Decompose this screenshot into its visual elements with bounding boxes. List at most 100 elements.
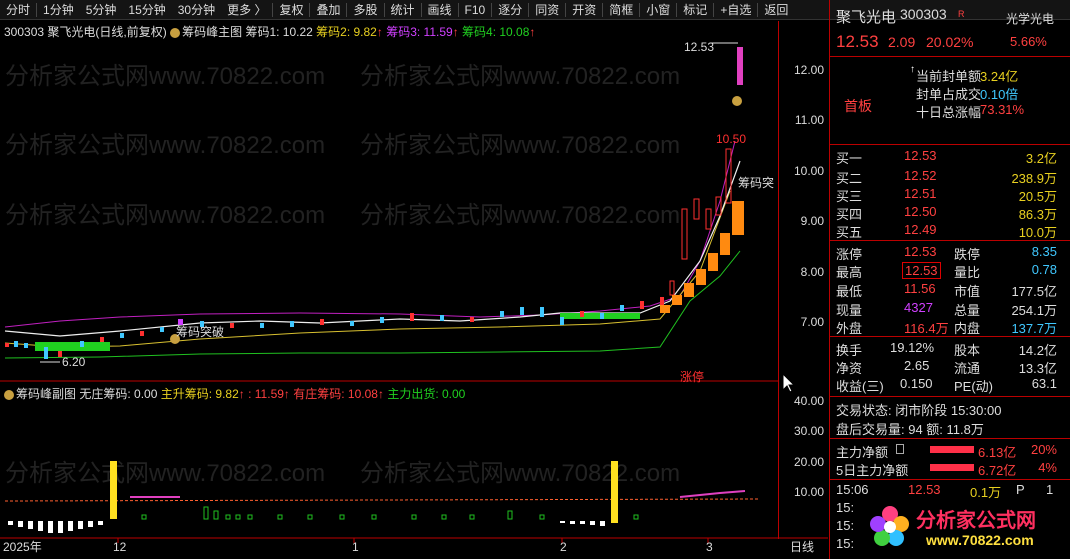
xaxis-label: 1 — [352, 540, 359, 554]
yaxis-label: 10.00 — [793, 164, 824, 178]
yaxis-label: 8.00 — [800, 265, 824, 279]
chip1-value: 筹码1: 10.22 — [245, 25, 313, 39]
upper-band — [4, 140, 736, 328]
btn-f10[interactable]: F10 — [459, 0, 492, 20]
btn-biaoji[interactable]: 标记 — [677, 0, 713, 20]
indicator-icon — [4, 389, 14, 400]
watermark-text: 分析家公式网www.70822.com — [5, 202, 325, 229]
tab-more[interactable]: 更多 〉 — [221, 0, 272, 20]
candle-limit-up — [737, 47, 743, 85]
btn-tongzi[interactable]: 同资 — [529, 0, 565, 20]
watermark-text: 分析家公式网www.70822.com — [360, 63, 680, 90]
price-label-1050: 10.50 — [716, 132, 746, 146]
xaxis-label: 2025年 — [3, 540, 42, 554]
panel-stock-name: 聚飞光电 — [836, 9, 897, 26]
price-change-pct: 20.02% — [926, 34, 974, 50]
btn-huaxian[interactable]: 画线 — [422, 0, 458, 20]
main-chart-header: 300303 聚飞光电(日线,前复权) 筹码峰主图 筹码1: 10.22 筹码2… — [4, 25, 536, 39]
watermark-text: 分析家公式网www.70822.com — [5, 132, 325, 159]
yaxis-label: 10.00 — [793, 485, 824, 499]
watermark-text: 分析家公式网www.70822.com — [360, 202, 680, 229]
period-label: 日线 — [790, 540, 814, 554]
indicator-icon — [170, 27, 181, 38]
price-change: 2.09 — [888, 34, 916, 50]
yaxis-label: 12.00 — [793, 63, 824, 77]
support-line — [4, 250, 741, 359]
net-flow-bar — [930, 464, 974, 471]
quote-title-row: 聚飞光电 300303 R 光学光电 — [830, 6, 1070, 28]
btn-xiaochuang[interactable]: 小窗 — [640, 0, 676, 20]
xaxis-label: 12 — [113, 540, 127, 554]
arrow-icon: ↑ — [910, 64, 915, 75]
tab-fenshi[interactable]: 分时 — [0, 0, 36, 20]
btn-kaizi[interactable]: 开资 — [566, 0, 602, 20]
yaxis-label: 20.00 — [793, 455, 824, 469]
xaxis-label: 3 — [706, 540, 713, 554]
board-label: 首板 — [844, 98, 872, 114]
logo-text: 分析家公式网 — [916, 510, 1036, 532]
tab-5min[interactable]: 5分钟 — [80, 0, 123, 20]
tick-time: 15: — [836, 536, 855, 551]
tab-15min[interactable]: 15分钟 — [122, 0, 171, 20]
tab-1min[interactable]: 1分钟 — [37, 0, 80, 20]
tick-time: 15: — [836, 518, 855, 533]
sub-white-bars — [8, 521, 605, 533]
chip-marker-icon — [732, 96, 742, 106]
stock-name: 聚飞光电 — [47, 25, 96, 39]
chip4-value: 筹码4: 10.08 — [462, 25, 530, 39]
kline-chart[interactable]: 分析家公式网www.70822.com 分析家公式网www.70822.com … — [0, 21, 828, 559]
yaxis-label: 7.00 — [800, 315, 824, 329]
logo-url: www.70822.com — [926, 532, 1034, 548]
btn-add-favorite[interactable]: +自选 — [714, 0, 757, 20]
btn-fuquan[interactable]: 复权 — [273, 0, 309, 20]
sector-pct: 5.66% — [1010, 34, 1047, 49]
main-out-value: 主力出货: 0.00 — [387, 387, 466, 401]
panel-stock-code: 300303 — [900, 6, 947, 22]
main-up-value: 主升筹码: 9.82 — [160, 387, 239, 401]
yaxis-label: 11.00 — [794, 113, 824, 127]
limit-up-label: 涨停 — [680, 369, 704, 384]
btn-duogu[interactable]: 多股 — [347, 0, 383, 20]
breakout-label: 筹码突 — [738, 175, 774, 190]
btn-tongji[interactable]: 统计 — [385, 0, 421, 20]
watermark-logo: 分析家公式网 www.70822.com — [866, 500, 1070, 554]
sub-magenta-line — [679, 490, 746, 498]
watermark-text: 分析家公式网www.70822.com — [360, 132, 680, 159]
ma-line — [4, 160, 741, 337]
btn-zhufen[interactable]: 逐分 — [492, 0, 528, 20]
sub-yellow-bar — [110, 461, 117, 519]
net-flow-bar — [930, 446, 974, 453]
detail-icon — [896, 444, 904, 454]
blank-value: : 11.59 — [248, 387, 284, 401]
sector-name[interactable]: 光学光电 — [1006, 10, 1054, 27]
btn-back[interactable]: 返回 — [758, 0, 794, 20]
watermark: 分析家公式网www.70822.com 分析家公式网www.70822.com … — [5, 63, 680, 487]
breakout-label: 筹码突破 — [176, 324, 224, 339]
sub-chart-header: 筹码峰副图 无庄筹码: 0.00 主升筹码: 9.82↑ : 11.59↑ 有庄… — [4, 385, 465, 402]
watermark-text: 分析家公式网www.70822.com — [5, 63, 325, 90]
price-axis: 12.00 11.00 10.00 9.00 8.00 7.00 40.00 3… — [778, 21, 828, 539]
chart-svg: 分析家公式网www.70822.com 分析家公式网www.70822.com … — [0, 40, 828, 554]
max-price-label: 12.53 — [684, 40, 714, 54]
chip2-value: 筹码2: 9.82 — [316, 25, 377, 39]
no-zhuang-value: 无庄筹码: 0.00 — [79, 387, 158, 401]
btn-diejia[interactable]: 叠加 — [310, 0, 346, 20]
btn-jiankuang[interactable]: 简框 — [603, 0, 639, 20]
with-zhuang-value: 有庄筹码: 10.08 — [293, 387, 378, 401]
xaxis-label: 2 — [560, 540, 567, 554]
quote-panel: 聚飞光电 300303 R 光学光电 12.53 2.09 20.02% 5.6… — [829, 0, 1070, 559]
yaxis-label: 30.00 — [793, 424, 824, 438]
tick-time: 15: — [836, 500, 855, 515]
watermark-text: 分析家公式网www.70822.com — [5, 460, 325, 487]
price-row: 12.53 2.09 20.02% 5.66% — [830, 32, 1070, 54]
last-price: 12.53 — [836, 32, 879, 51]
sub-indicator-name[interactable]: 筹码峰副图 — [16, 387, 76, 401]
chip3-value: 筹码3: 11.59 — [386, 25, 453, 39]
sub-green-bars — [141, 506, 639, 520]
yaxis-label: 9.00 — [800, 214, 824, 228]
tab-30min[interactable]: 30分钟 — [172, 0, 221, 20]
stock-code: 300303 — [4, 25, 45, 39]
rongzi-badge: R — [958, 9, 965, 19]
watermark-text: 分析家公式网www.70822.com — [360, 460, 680, 487]
indicator-name[interactable]: 筹码峰主图 — [182, 25, 242, 39]
